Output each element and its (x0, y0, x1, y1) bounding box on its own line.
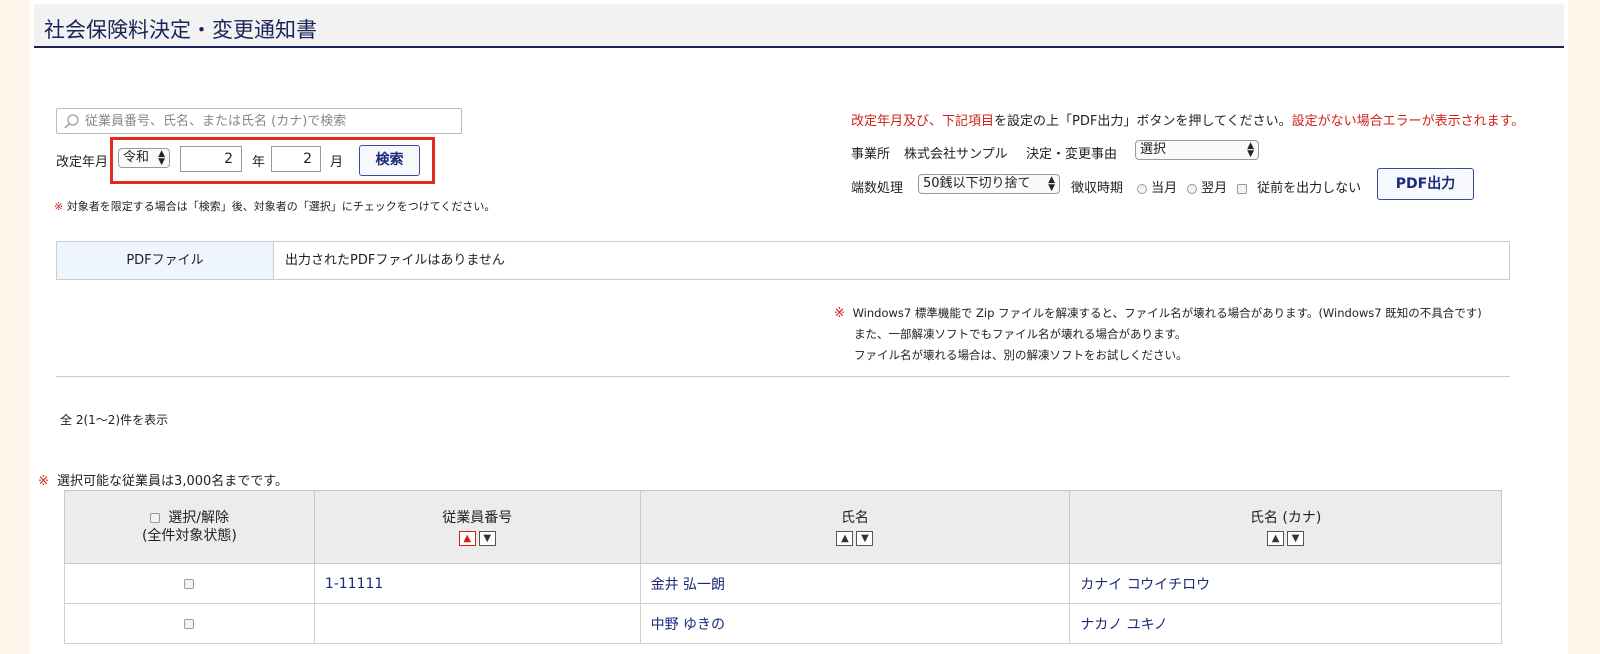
search-input[interactable] (85, 111, 455, 131)
sort-desc-icon[interactable]: ▼ (856, 530, 874, 546)
collection-option-1[interactable]: 当月 (1137, 177, 1177, 196)
collection-label: 徴収時期 (1071, 181, 1124, 196)
table-row: 1-11111 金井 弘一朗 カナイ コウイチロウ (64, 563, 1502, 604)
note-mark: ※ (54, 200, 64, 213)
pdf-file-label: PDFファイル (57, 242, 274, 279)
row-checkbox[interactable] (184, 618, 195, 629)
radio-next-month[interactable] (1187, 183, 1197, 194)
pdf-file-value: 出力されたPDFファイルはありません (285, 253, 505, 268)
name-cell[interactable]: 金井 弘一朗 (639, 563, 1071, 604)
sort-desc-icon[interactable]: ▼ (1287, 530, 1305, 546)
emp-no-sort: ▲ ▼ (458, 530, 496, 546)
sort-asc-icon[interactable]: ▲ (836, 530, 854, 546)
divider (56, 376, 1510, 377)
main-panel: 社会保険料決定・変更通知書 改定年月 令和 ▲▼ 2 年 2 月 検索 ※ 対象… (30, 0, 1568, 654)
zip-note-mark: ※ (834, 306, 845, 321)
result-count: 全 2(1〜2)件を表示 (60, 413, 169, 427)
prev-option[interactable]: 従前を出力しない (1237, 177, 1361, 196)
limit-note: ※ 選択可能な従業員は3,000名までです。 (38, 470, 288, 489)
kana-header-label: 氏名 (カナ) (1249, 509, 1322, 526)
instructions-black: を設定の上「PDF出力」ボタンを押してください。 (994, 114, 1292, 129)
row-checkbox[interactable] (184, 578, 195, 589)
kana-cell[interactable]: カナイ コウイチロウ (1069, 563, 1502, 604)
zip-note-line-2: また、一部解凍ソフトでもファイル名が壊れる場合があります。 (854, 327, 1187, 341)
emp-no-header-label: 従業員番号 (442, 509, 513, 526)
radio-current-month[interactable] (1137, 183, 1147, 194)
search-note: ※ 対象者を限定する場合は「検索」後、対象者の「選択」にチェックをつけてください… (54, 198, 495, 214)
emp-no-cell[interactable]: 1-11111 (313, 563, 641, 604)
reason-value: 選択 (1140, 142, 1167, 157)
sort-desc-icon[interactable]: ▼ (478, 530, 496, 546)
employee-table: 選択/解除 (全件対象状態) 従業員番号 ▲▼ 氏名 ▲▼ 氏名 (カナ) (64, 490, 1502, 644)
office-label: 事業所 (851, 147, 891, 162)
pdf-output-button[interactable]: PDF出力 (1377, 168, 1474, 200)
reason-label: 決定・変更事由 (1026, 147, 1118, 162)
select-all-sublabel: (全件対象状態) (141, 528, 237, 544)
name-header: 氏名 ▲ ▼ (639, 490, 1071, 564)
title-bar: 社会保険料決定・変更通知書 (34, 4, 1564, 48)
search-icon (64, 114, 79, 129)
select-arrows-icon: ▲ ▼ (1247, 141, 1254, 159)
sort-asc-icon[interactable]: ▲ (458, 530, 476, 546)
revision-label: 改定年月 (56, 155, 109, 170)
rounding-label: 端数処理 (851, 181, 904, 196)
zip-note: ※ Windows7 標準機能で Zip ファイルを解凍すると、ファイル名が壊れ… (834, 303, 1482, 366)
pdf-file-row: PDFファイル 出力されたPDFファイルはありません (56, 241, 1510, 280)
name-header-label: 氏名 (840, 509, 869, 526)
limit-note-text: 選択可能な従業員は3,000名までです。 (57, 474, 288, 489)
row-select-cell (64, 563, 315, 604)
name-cell[interactable]: 中野 ゆきの (639, 603, 1071, 644)
kana-sort: ▲ ▼ (1267, 530, 1305, 546)
rounding-value: 50銭以下切り捨て (923, 176, 1031, 191)
select-all-checkbox[interactable] (149, 513, 160, 523)
rounding-select[interactable]: 50銭以下切り捨て ▲ ▼ (918, 174, 1060, 194)
emp-no-cell[interactable] (313, 603, 641, 644)
select-all-header[interactable]: 選択/解除 (全件対象状態) (64, 490, 315, 564)
kana-cell[interactable]: ナカノ ユキノ (1069, 603, 1502, 644)
emp-no-header: 従業員番号 ▲ ▼ (313, 490, 641, 564)
search-box[interactable] (56, 108, 462, 134)
office-value: 株式会社サンプル (904, 147, 1008, 162)
zip-note-line-1: Windows7 標準機能で Zip ファイルを解凍すると、ファイル名が壊れる場… (852, 306, 1482, 320)
select-arrows-icon: ▲ ▼ (1048, 175, 1055, 193)
sort-asc-icon[interactable]: ▲ (1267, 530, 1285, 546)
row-select-cell (64, 603, 315, 644)
collection-option-1-label: 当月 (1151, 181, 1178, 196)
page-title: 社会保険料決定・変更通知書 (44, 18, 317, 42)
prev-label: 従前を出力しない (1257, 181, 1362, 196)
instructions-red-2: 設定がない場合エラーが表示されます。 (1291, 114, 1525, 129)
name-sort: ▲ ▼ (836, 530, 874, 546)
collection-option-2-label: 翌月 (1201, 181, 1228, 196)
highlight-box (110, 137, 435, 184)
table-header-row: 選択/解除 (全件対象状態) 従業員番号 ▲▼ 氏名 ▲▼ 氏名 (カナ) (64, 490, 1502, 564)
zip-note-line-3: ファイル名が壊れる場合は、別の解凍ソフトをお試しください。 (854, 348, 1188, 362)
kana-header: 氏名 (カナ) ▲ ▼ (1069, 490, 1502, 564)
reason-select[interactable]: 選択 ▲ ▼ (1135, 140, 1259, 160)
limit-note-mark: ※ (38, 474, 49, 489)
select-all-label: 選択/解除 (168, 510, 229, 526)
search-note-text: 対象者を限定する場合は「検索」後、対象者の「選択」にチェックをつけてください。 (66, 200, 496, 213)
instructions-red-1: 改定年月及び、下記項目 (851, 114, 995, 129)
collection-option-2[interactable]: 翌月 (1187, 177, 1227, 196)
instructions: 改定年月及び、下記項目を設定の上「PDF出力」ボタンを押してください。設定がない… (851, 110, 1524, 129)
prev-checkbox[interactable] (1237, 183, 1247, 194)
table-row: 中野 ゆきの ナカノ ユキノ (64, 603, 1502, 644)
